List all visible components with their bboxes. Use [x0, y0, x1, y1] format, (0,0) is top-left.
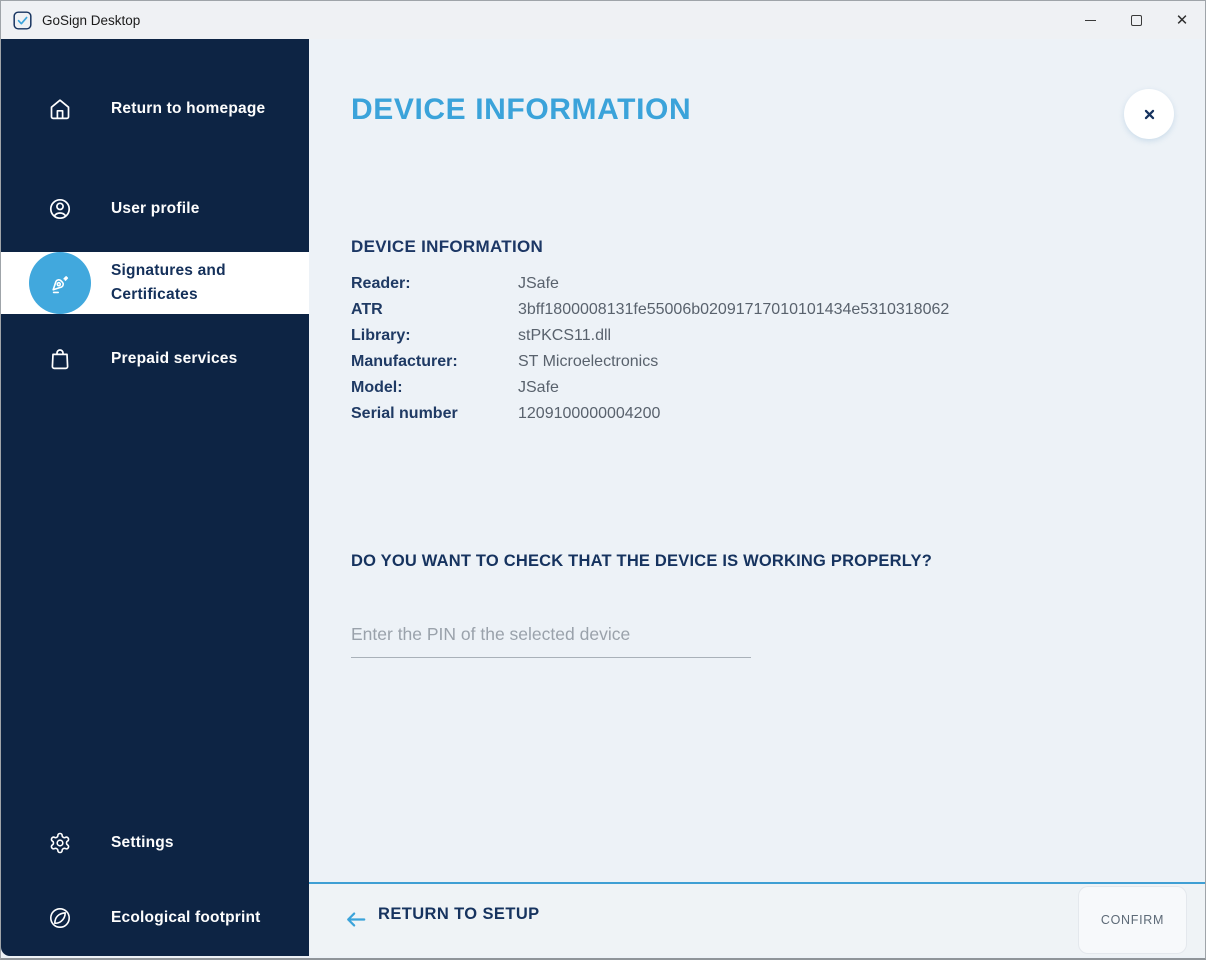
sidebar-item-prepaid-services[interactable]: Prepaid services — [1, 328, 309, 390]
sidebar-item-signatures-certificates[interactable]: Signatures and Certificates — [1, 252, 309, 314]
device-info-heading: DEVICE INFORMATION — [351, 237, 544, 256]
home-icon — [48, 97, 72, 121]
row-label: ATR — [351, 301, 383, 318]
row-value: stPKCS11.dll — [518, 327, 612, 344]
sidebar-item-settings[interactable]: Settings — [1, 812, 309, 874]
sidebar-item-label: User profile — [111, 200, 200, 217]
app-window: GoSign Desktop ✕ Return to homepage User… — [0, 0, 1206, 960]
confirm-button[interactable]: CONFIRM — [1079, 887, 1186, 953]
row-label: Library: — [351, 327, 411, 344]
table-row-serial-number: Serial number 1209100000004200 — [351, 401, 1051, 427]
table-row-atr: ATR 3bff1800008131fe55006b02091717010101… — [351, 297, 1051, 323]
sidebar-item-ecological-footprint[interactable]: Ecological footprint — [1, 887, 309, 949]
close-panel-button[interactable] — [1124, 89, 1174, 139]
sidebar-item-user-profile[interactable]: User profile — [1, 178, 309, 240]
minimize-icon — [1084, 19, 1096, 21]
close-icon — [1141, 106, 1158, 123]
arrow-left-icon — [345, 911, 367, 928]
shopping-bag-icon — [48, 347, 72, 371]
sidebar: Return to homepage User profile Signatur… — [1, 39, 309, 956]
window-controls: ✕ — [1067, 1, 1205, 39]
sidebar-item-label: Ecological footprint — [111, 909, 261, 926]
device-info-table: Reader: JSafe ATR 3bff1800008131fe55006b… — [351, 271, 1051, 427]
gosign-logo-icon — [12, 10, 33, 31]
return-to-setup-label: RETURN TO SETUP — [378, 905, 540, 923]
sidebar-item-label: Prepaid services — [111, 350, 238, 367]
gear-icon — [48, 831, 72, 855]
maximize-icon — [1130, 14, 1142, 26]
title-bar: GoSign Desktop ✕ — [1, 1, 1205, 39]
table-row-reader: Reader: JSafe — [351, 271, 1051, 297]
leaf-icon — [48, 906, 72, 930]
device-check-question: DO YOU WANT TO CHECK THAT THE DEVICE IS … — [351, 552, 932, 570]
return-to-setup-button[interactable]: RETURN TO SETUP — [345, 902, 540, 928]
row-label: Manufacturer: — [351, 353, 458, 370]
row-value: JSafe — [518, 379, 559, 396]
row-value: 3bff1800008131fe55006b02091717010101434e… — [518, 301, 950, 318]
table-row-library: Library: stPKCS11.dll — [351, 323, 1051, 349]
main-content: DEVICE INFORMATION DEVICE INFORMATION Re… — [309, 39, 1205, 956]
pin-input[interactable] — [351, 616, 751, 658]
close-window-button[interactable]: ✕ — [1159, 1, 1205, 39]
sidebar-item-label: Signatures and Certificates — [111, 262, 226, 303]
row-value: 1209100000004200 — [518, 405, 661, 422]
sidebar-item-return-homepage[interactable]: Return to homepage — [1, 78, 309, 140]
minimize-button[interactable] — [1067, 1, 1113, 39]
close-window-icon: ✕ — [1175, 11, 1189, 29]
sidebar-item-label: Return to homepage — [111, 100, 266, 117]
row-value: JSafe — [518, 275, 559, 292]
table-row-model: Model: JSafe — [351, 375, 1051, 401]
row-value: ST Microelectronics — [518, 353, 659, 370]
window-title: GoSign Desktop — [42, 12, 141, 28]
pen-nib-icon — [48, 271, 72, 295]
user-circle-icon — [48, 197, 72, 221]
row-label: Reader: — [351, 275, 411, 292]
row-label: Model: — [351, 379, 403, 396]
sidebar-item-label: Settings — [111, 834, 174, 851]
maximize-button[interactable] — [1113, 1, 1159, 39]
table-row-manufacturer: Manufacturer: ST Microelectronics — [351, 349, 1051, 375]
row-label: Serial number — [351, 405, 458, 422]
page-title: DEVICE INFORMATION — [351, 93, 692, 126]
footer-bar: RETURN TO SETUP CONFIRM — [309, 882, 1205, 956]
